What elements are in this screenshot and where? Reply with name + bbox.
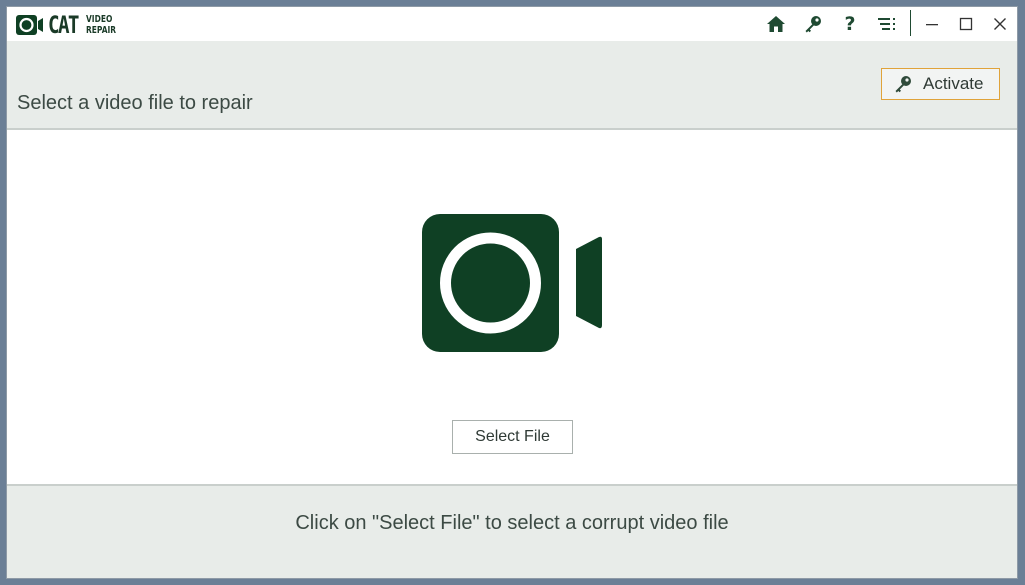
video-camera-icon	[422, 214, 602, 352]
close-icon[interactable]	[985, 10, 1015, 38]
logo-subtitle: VIDEO REPAIR	[86, 14, 116, 36]
header-panel: Select a video file to repair Activate	[7, 41, 1017, 130]
activate-button[interactable]: Activate	[881, 68, 1000, 100]
select-file-button[interactable]: Select File	[452, 420, 573, 454]
footer-panel: Click on "Select File" to select a corru…	[7, 484, 1017, 578]
logo-sub-line2: REPAIR	[86, 25, 117, 36]
logo-wordmark: CAT	[48, 11, 79, 39]
minimize-icon[interactable]	[917, 10, 947, 38]
logo-camera-icon	[16, 15, 43, 35]
page-title: Select a video file to repair	[17, 92, 253, 114]
titlebar-divider	[910, 10, 911, 36]
title-bar: CAT VIDEO REPAIR ?	[7, 7, 1017, 41]
home-icon[interactable]	[761, 10, 791, 38]
help-glyph: ?	[844, 13, 856, 35]
app-logo: CAT VIDEO REPAIR	[15, 11, 126, 39]
maximize-icon[interactable]	[951, 10, 981, 38]
help-icon[interactable]: ?	[835, 10, 865, 38]
activate-label: Activate	[923, 74, 984, 93]
key-icon	[893, 74, 913, 94]
app-window: CAT VIDEO REPAIR ? Select a video file t…	[6, 6, 1018, 579]
instruction-text: Click on "Select File" to select a corru…	[295, 512, 729, 534]
logo-sub-line1: VIDEO	[86, 14, 113, 25]
key-icon[interactable]	[798, 10, 828, 38]
drop-area: Select File	[7, 130, 1017, 484]
menu-icon[interactable]	[872, 10, 902, 38]
